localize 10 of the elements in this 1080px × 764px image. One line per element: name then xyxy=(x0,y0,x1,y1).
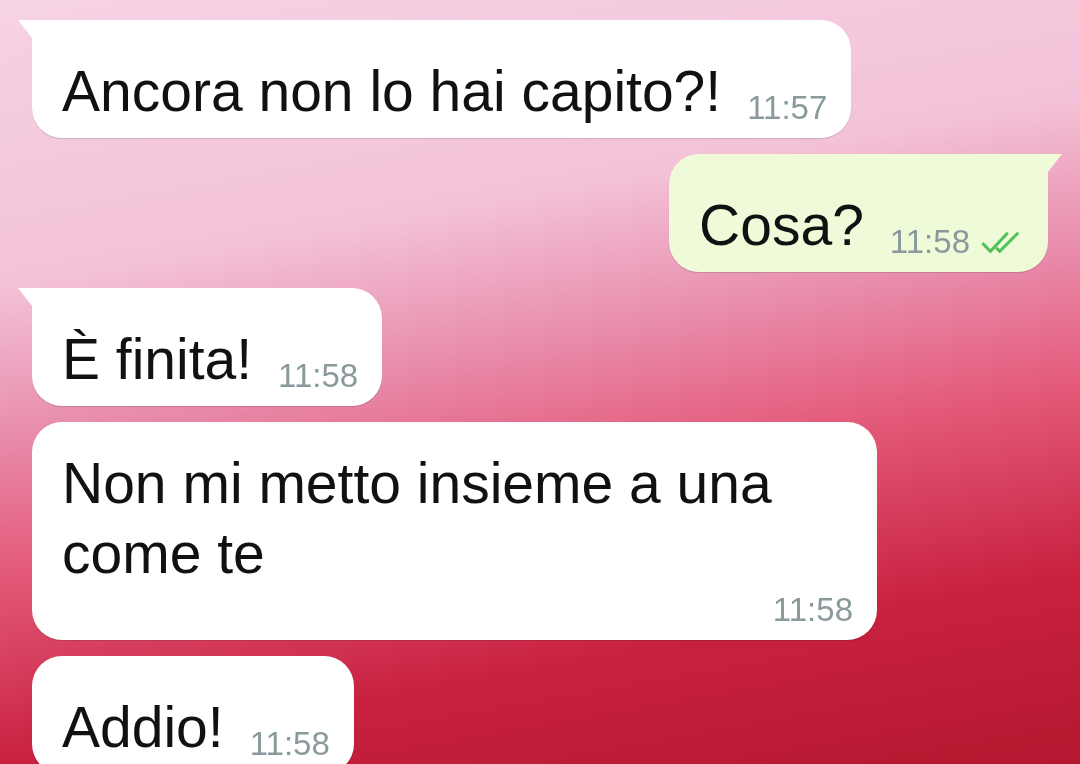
message-text: Cosa? xyxy=(699,192,864,259)
message-time: 11:57 xyxy=(747,90,828,126)
message-time: 11:58 xyxy=(278,358,359,394)
message-text: È finita! xyxy=(62,326,253,393)
message-text: Ancora non lo hai capito?! xyxy=(62,58,722,125)
message-text: Non mi metto insieme a una come te xyxy=(62,450,773,587)
message-time: 11:58 xyxy=(772,592,853,628)
message-time: 11:58 xyxy=(249,726,330,762)
message-time: 11:58 xyxy=(889,224,970,260)
message-text: Addio! xyxy=(62,694,224,761)
